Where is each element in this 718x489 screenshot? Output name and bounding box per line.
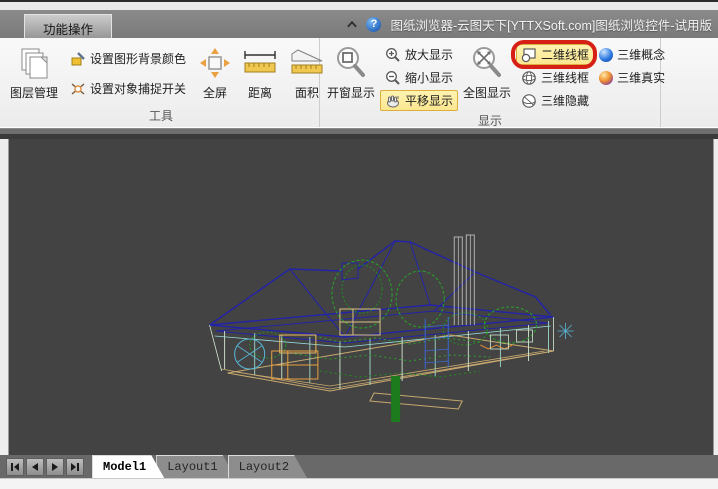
zoom-out-button[interactable]: 缩小显示 [380, 67, 458, 88]
wireframe-3d-button[interactable]: 三维线框 [516, 67, 594, 88]
canvas-row [0, 139, 718, 455]
fullscreen-button[interactable]: 全屏 [193, 40, 237, 104]
layer-manage-button[interactable]: 图层管理 [5, 40, 63, 104]
conceptual-3d-button[interactable]: 三维概念 [594, 44, 670, 65]
prev-sheet-button[interactable] [26, 458, 44, 476]
wireframe-2d-icon [521, 47, 537, 63]
last-sheet-button[interactable] [66, 458, 84, 476]
fullscreen-arrows-icon [198, 44, 232, 82]
hidden-3d-label: 三维隐藏 [541, 92, 589, 109]
realistic-sphere-icon [599, 71, 613, 85]
sheet-tab-layout2[interactable]: Layout2 [228, 455, 307, 478]
ribbon-tab-function-ops[interactable]: 功能操作 [24, 14, 112, 38]
pan-label: 平移显示 [405, 92, 453, 109]
help-icon[interactable]: ? [366, 17, 381, 32]
wireframe-2d-button[interactable]: 二维线框 [516, 44, 594, 65]
layer-manage-label: 图层管理 [10, 84, 58, 101]
sheet-tab-model1-label: Model1 [103, 460, 146, 474]
realistic-3d-label: 三维真实 [617, 69, 665, 86]
shaded-small-column: 三维概念 三维真实 [594, 40, 670, 88]
distance-label: 距离 [248, 84, 272, 101]
full-view-magnifier-icon [469, 44, 505, 82]
ribbon-tab-label: 功能操作 [43, 23, 93, 37]
fullscreen-label: 全屏 [203, 84, 227, 101]
ribbon: 图层管理 设置图形背景颜色 [0, 38, 718, 127]
object-snap-icon [70, 81, 86, 97]
first-sheet-button[interactable] [6, 458, 24, 476]
conceptual-3d-label: 三维概念 [617, 46, 665, 63]
canvas-left-border [0, 139, 9, 455]
area-label: 面积 [295, 84, 319, 101]
title-bar: 功能操作 ? 图纸浏览器-云图天下[YTTXSoft.com]图纸浏览控件-试用… [0, 10, 718, 38]
zoom-small-column: 放大显示 缩小显示 [380, 40, 458, 111]
tools-small-column: 设置图形背景颜色 设置对象捕捉开关 [65, 40, 191, 99]
zoom-out-label: 缩小显示 [405, 69, 453, 86]
wireframe-2d-label: 二维线框 [541, 46, 589, 63]
window-title: 图纸浏览器-云图天下[YTTXSoft.com]图纸浏览控件-试用版 [390, 15, 712, 34]
set-osnap-label: 设置对象捕捉开关 [90, 80, 186, 97]
hidden-3d-sphere-icon [521, 93, 537, 109]
pan-button[interactable]: 平移显示 [380, 90, 458, 111]
distance-button[interactable]: 距离 [237, 40, 283, 104]
zoom-in-icon [385, 47, 401, 63]
ribbon-group-display: 开窗显示 放大显示 [320, 38, 661, 127]
window-zoom-magnifier-icon [333, 44, 369, 82]
window-bottom-edge [0, 478, 718, 489]
window-top-edge [0, 0, 718, 10]
layers-icon [17, 44, 51, 82]
sheet-tab-bar: Model1 Layout1 Layout2 [0, 455, 718, 478]
sheet-tab-layout1-label: Layout1 [167, 460, 217, 474]
pan-hand-icon [385, 93, 401, 109]
tools-group-label: 工具 [3, 106, 319, 127]
drawing-canvas[interactable] [9, 139, 713, 455]
set-bg-color-label: 设置图形背景颜色 [90, 50, 186, 67]
next-sheet-button[interactable] [46, 458, 64, 476]
collapse-ribbon-icon[interactable] [347, 21, 357, 27]
titlebar-right: ? 图纸浏览器-云图天下[YTTXSoft.com]图纸浏览控件-试用版 [347, 10, 712, 38]
canvas-right-border [713, 139, 718, 455]
sheet-tab-model1[interactable]: Model1 [92, 455, 164, 478]
full-view-label: 全图显示 [463, 84, 511, 101]
window-zoom-label: 开窗显示 [327, 84, 375, 101]
sheet-tab-layout2-label: Layout2 [239, 460, 289, 474]
sheet-tab-layout1[interactable]: Layout1 [156, 455, 235, 478]
hidden-3d-button[interactable]: 三维隐藏 [516, 90, 594, 111]
ribbon-canvas-divider [0, 127, 718, 139]
display-group-content: 开窗显示 放大显示 [320, 38, 660, 111]
window-zoom-button[interactable]: 开窗显示 [322, 40, 380, 104]
cad-drawing [9, 139, 713, 455]
paint-background-icon [70, 51, 86, 67]
distance-ruler-icon [242, 44, 278, 82]
zoom-out-icon [385, 70, 401, 86]
full-view-button[interactable]: 全图显示 [458, 40, 516, 104]
set-bg-color-button[interactable]: 设置图形背景颜色 [65, 48, 191, 69]
conceptual-sphere-icon [599, 48, 613, 62]
set-osnap-button[interactable]: 设置对象捕捉开关 [65, 78, 191, 99]
sheet-nav-buttons [6, 455, 84, 478]
zoom-in-label: 放大显示 [405, 46, 453, 63]
app-window: 功能操作 ? 图纸浏览器-云图天下[YTTXSoft.com]图纸浏览控件-试用… [0, 0, 718, 489]
wireframe-small-column: 二维线框 三维线框 [516, 40, 594, 111]
realistic-3d-button[interactable]: 三维真实 [594, 67, 670, 88]
ribbon-group-tools: 图层管理 设置图形背景颜色 [3, 38, 320, 127]
wireframe-3d-sphere-icon [521, 70, 537, 86]
zoom-in-button[interactable]: 放大显示 [380, 44, 458, 65]
tools-group-content: 图层管理 设置图形背景颜色 [3, 38, 319, 106]
wireframe-3d-label: 三维线框 [541, 69, 589, 86]
